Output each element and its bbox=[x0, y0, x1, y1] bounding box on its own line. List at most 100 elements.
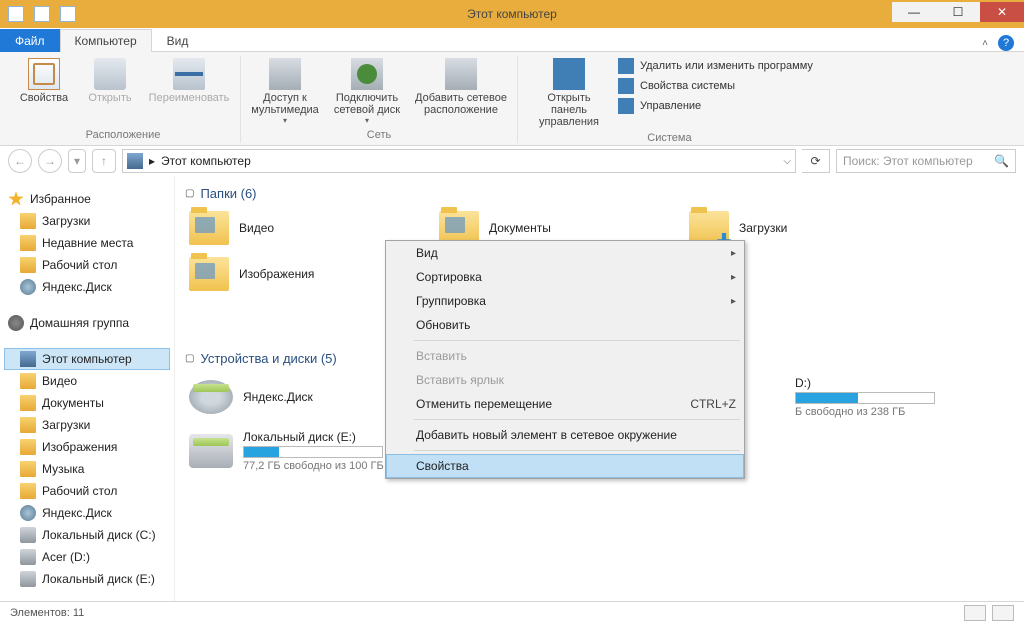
tab-file[interactable]: Файл bbox=[0, 29, 60, 52]
ribbon-group-network: Доступ к мультимедиа▾ Подключить сетевой… bbox=[241, 56, 518, 143]
ribbon-tabs: Файл Компьютер Вид ˄ ? bbox=[0, 28, 1024, 52]
ctx-refresh[interactable]: Обновить bbox=[386, 313, 744, 337]
submenu-arrow-icon: ▸ bbox=[731, 272, 736, 283]
properties-button[interactable]: Свойства bbox=[14, 56, 74, 106]
nav-this-pc[interactable]: Этот компьютер bbox=[4, 348, 170, 370]
group-system-label: Система bbox=[647, 130, 691, 146]
homegroup-icon bbox=[8, 315, 24, 331]
view-buttons bbox=[964, 605, 1014, 621]
help-icon[interactable]: ? bbox=[998, 35, 1014, 51]
status-bar: Элементов: 11 bbox=[0, 601, 1024, 623]
nav-fav-recent[interactable]: Недавние места bbox=[4, 232, 170, 254]
folders-header[interactable]: ▢Папки (6) bbox=[185, 182, 1014, 205]
add-network-button[interactable]: Добавить сетевое расположение bbox=[413, 56, 509, 118]
ctx-paste-shortcut: Вставить ярлык bbox=[386, 368, 744, 392]
nav-pc-documents[interactable]: Документы bbox=[4, 392, 170, 414]
nav-fav-desktop[interactable]: Рабочий стол bbox=[4, 254, 170, 276]
ctx-add-network[interactable]: Добавить новый элемент в сетевое окружен… bbox=[386, 423, 744, 447]
file-list[interactable]: ▢Папки (6) Видео Документы Загрузки Изоб… bbox=[175, 176, 1024, 601]
nav-fav-downloads[interactable]: Загрузки bbox=[4, 210, 170, 232]
tab-view[interactable]: Вид bbox=[152, 29, 204, 52]
yandex-icon bbox=[20, 505, 36, 521]
ribbon-help: ˄ ? bbox=[982, 35, 1024, 51]
uninstall-program-button[interactable]: Удалить или изменить программу bbox=[618, 58, 813, 74]
navigation-pane: Избранное Загрузки Недавние места Рабочи… bbox=[0, 176, 175, 601]
ctx-undo[interactable]: Отменить перемещениеCTRL+Z bbox=[386, 392, 744, 416]
search-placeholder: Поиск: Этот компьютер bbox=[843, 154, 973, 168]
tab-computer[interactable]: Компьютер bbox=[60, 29, 152, 52]
folder-icon bbox=[20, 213, 36, 229]
navigation-bar: ← → ▾ ↑ ▸ Этот компьютер ⌵ ⟳ Поиск: Этот… bbox=[0, 146, 1024, 176]
rename-label: Переименовать bbox=[149, 92, 230, 104]
collapse-icon: ▢ bbox=[185, 353, 194, 364]
icons-view-button[interactable] bbox=[992, 605, 1014, 621]
up-button[interactable]: ↑ bbox=[92, 149, 116, 173]
details-view-button[interactable] bbox=[964, 605, 986, 621]
nav-pc-downloads[interactable]: Загрузки bbox=[4, 414, 170, 436]
folder-icon bbox=[189, 257, 229, 291]
properties-label: Свойства bbox=[20, 92, 68, 104]
nav-pc-music[interactable]: Музыка bbox=[4, 458, 170, 480]
minimize-button[interactable]: — bbox=[892, 2, 936, 22]
drive-icon bbox=[20, 549, 36, 565]
refresh-button[interactable]: ⟳ bbox=[802, 149, 830, 173]
rename-button[interactable]: Переименовать bbox=[146, 56, 232, 106]
nav-pc-video[interactable]: Видео bbox=[4, 370, 170, 392]
drive-icon bbox=[189, 434, 233, 468]
collapse-icon: ▢ bbox=[185, 188, 194, 199]
addloc-label: Добавить сетевое расположение bbox=[415, 92, 507, 116]
address-path: Этот компьютер bbox=[161, 154, 251, 168]
control-panel-button[interactable]: Открыть панель управления bbox=[526, 56, 612, 130]
ctx-view[interactable]: Вид▸ bbox=[386, 241, 744, 265]
nav-pc-desktop[interactable]: Рабочий стол bbox=[4, 480, 170, 502]
folder-icon bbox=[189, 211, 229, 245]
folder-icon bbox=[20, 235, 36, 251]
ctx-sort[interactable]: Сортировка▸ bbox=[386, 265, 744, 289]
sysprops-label: Свойства системы bbox=[640, 80, 735, 92]
map-drive-button[interactable]: Подключить сетевой диск▾ bbox=[327, 56, 407, 127]
ribbon-collapse-icon[interactable]: ˄ bbox=[982, 38, 988, 49]
nav-fav-yandex[interactable]: Яндекс.Диск bbox=[4, 276, 170, 298]
address-dropdown-icon[interactable]: ⌵ bbox=[783, 156, 791, 167]
ql-icon-3[interactable] bbox=[60, 6, 76, 22]
history-button[interactable]: ▾ bbox=[68, 149, 86, 173]
ribbon: Свойства Открыть Переименовать Расположе… bbox=[0, 52, 1024, 146]
maximize-button[interactable]: ☐ bbox=[936, 2, 980, 22]
close-button[interactable]: ✕ bbox=[980, 2, 1024, 22]
back-button[interactable]: ← bbox=[8, 149, 32, 173]
pc-icon bbox=[20, 351, 36, 367]
quick-launch bbox=[0, 6, 76, 22]
address-bar[interactable]: ▸ Этот компьютер ⌵ bbox=[122, 149, 796, 173]
folder-icon bbox=[20, 439, 36, 455]
nav-homegroup[interactable]: Домашняя группа bbox=[4, 312, 170, 334]
nav-pc-drive-d[interactable]: Acer (D:) bbox=[4, 546, 170, 568]
folder-icon bbox=[20, 483, 36, 499]
yandex-drive-icon bbox=[189, 380, 233, 414]
title-bar: Этот компьютер — ☐ ✕ bbox=[0, 0, 1024, 28]
system-properties-button[interactable]: Свойства системы bbox=[618, 78, 813, 94]
drive-icon bbox=[20, 571, 36, 587]
yandex-icon bbox=[20, 279, 36, 295]
search-box[interactable]: Поиск: Этот компьютер 🔍 bbox=[836, 149, 1016, 173]
nav-pc-drive-e[interactable]: Локальный диск (E:) bbox=[4, 568, 170, 590]
manage-button[interactable]: Управление bbox=[618, 98, 813, 114]
folder-icon bbox=[20, 257, 36, 273]
nav-pc-drive-c[interactable]: Локальный диск (C:) bbox=[4, 524, 170, 546]
capacity-bar bbox=[243, 446, 383, 458]
context-menu: Вид▸ Сортировка▸ Группировка▸ Обновить В… bbox=[385, 240, 745, 479]
nav-pc-yandex[interactable]: Яндекс.Диск bbox=[4, 502, 170, 524]
forward-button[interactable]: → bbox=[38, 149, 62, 173]
nav-favorites[interactable]: Избранное bbox=[4, 188, 170, 210]
ql-icon-2[interactable] bbox=[34, 6, 50, 22]
ctx-group[interactable]: Группировка▸ bbox=[386, 289, 744, 313]
address-sep: ▸ bbox=[149, 154, 155, 168]
submenu-arrow-icon: ▸ bbox=[731, 248, 736, 259]
open-button[interactable]: Открыть bbox=[80, 56, 140, 106]
search-icon: 🔍 bbox=[994, 154, 1009, 168]
ctx-properties[interactable]: Свойства bbox=[386, 454, 744, 478]
item-count: Элементов: 11 bbox=[10, 607, 84, 619]
media-access-button[interactable]: Доступ к мультимедиа▾ bbox=[249, 56, 321, 127]
dropdown-icon: ▾ bbox=[365, 116, 369, 125]
nav-pc-pictures[interactable]: Изображения bbox=[4, 436, 170, 458]
ql-icon-1[interactable] bbox=[8, 6, 24, 22]
